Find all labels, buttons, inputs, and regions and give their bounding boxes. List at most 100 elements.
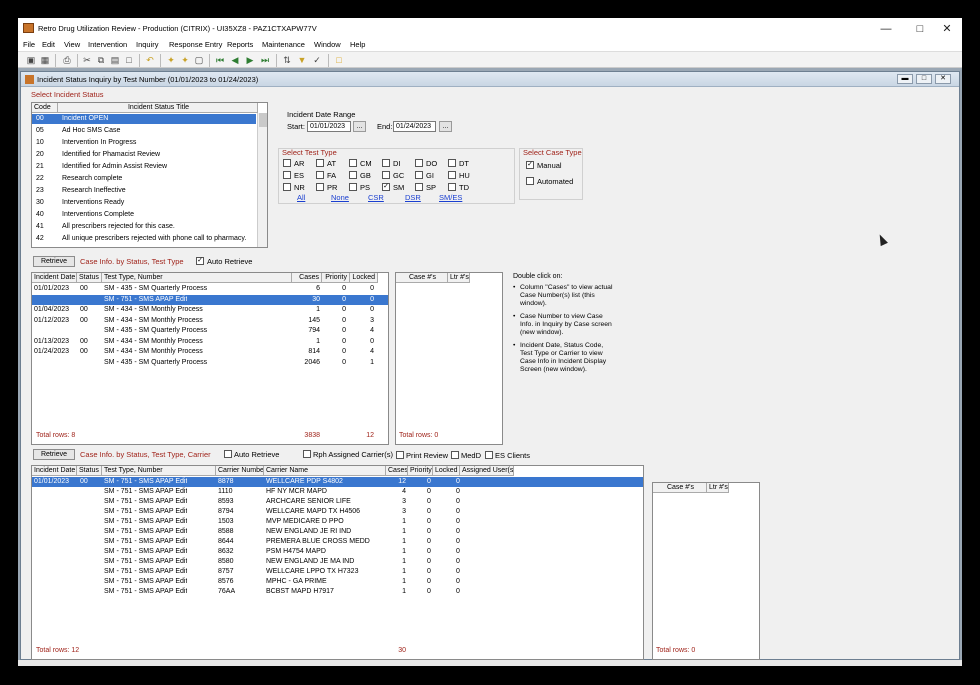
status-row[interactable]: 40 Interventions Complete (32, 210, 256, 220)
end-date-picker-button[interactable]: ... (439, 121, 452, 132)
cases-count[interactable]: 794 (294, 326, 320, 336)
table-row[interactable]: 01/01/2023 00 SM - 751 - SMS APAP Edit 8878… (32, 477, 643, 487)
next-icon[interactable]: ▶ (244, 54, 256, 66)
test-type-checkbox-hu[interactable] (448, 171, 456, 179)
test-type-checkbox-es[interactable] (283, 171, 291, 179)
menu-inquiry[interactable]: Inquiry (136, 40, 159, 49)
table-row[interactable]: SM - 751 - SMS APAP Edit 1503 MVP MEDICARE… (32, 517, 643, 527)
cases-count[interactable]: 1 (388, 587, 406, 597)
cases-header[interactable]: Cases (292, 273, 322, 283)
cut-icon[interactable]: ✂ (81, 54, 93, 66)
cases-count[interactable]: 30 (294, 295, 320, 305)
cases-count[interactable]: 145 (294, 316, 320, 326)
case-number-list-1[interactable]: Case #'s Ltr #'s Total rows: 0 (395, 272, 503, 445)
table-row[interactable]: SM - 751 - SMS APAP Edit 30 0 0 (32, 294, 388, 305)
test-type-checkbox-cm[interactable] (349, 159, 357, 167)
table-row[interactable]: 01/04/2023 00 SM - 434 - SM Monthly Proces… (32, 305, 388, 315)
status-header[interactable]: Status (77, 273, 102, 283)
close-button[interactable]: ✕ (932, 21, 962, 37)
undo-arrow-icon[interactable]: ↶ (144, 54, 156, 66)
auto-retrieve-checkbox-1[interactable]: ✓ (196, 257, 204, 265)
save-icon[interactable]: ▦ (39, 54, 51, 66)
carrier-grid[interactable]: Incident Date Status Test Type, Number C… (31, 465, 644, 660)
table-row[interactable]: 01/01/2023 00 SM - 435 - SM Quarterly Proc… (32, 284, 388, 294)
carrier-name-header[interactable]: Carrier Name (264, 466, 386, 476)
sort-icon[interactable]: ⇅ (281, 54, 293, 66)
test-type-checkbox-ar[interactable] (283, 159, 291, 167)
status-row[interactable]: 10 Intervention In Progress (32, 138, 256, 148)
table-row[interactable]: SM - 751 - SMS APAP Edit 8644 PREMERA BLUE… (32, 537, 643, 547)
status-row[interactable]: 30 Interventions Ready (32, 198, 256, 208)
status-list[interactable]: Code Incident Status Title 00 Incident OP… (31, 102, 268, 248)
print-icon[interactable]: ⎙ (61, 54, 73, 66)
last-icon[interactable]: ⏭ (259, 54, 271, 66)
title-header[interactable]: Incident Status Title (58, 103, 258, 113)
filter-icon[interactable]: ✦ (179, 54, 191, 66)
table-row[interactable]: SM - 751 - SMS APAP Edit 8576 MPHC - GA PR… (32, 577, 643, 587)
start-date-input[interactable]: 01/01/2023 (307, 121, 351, 132)
test-type-header[interactable]: Test Type, Number (102, 273, 292, 283)
test-type-checkbox-do[interactable] (415, 159, 423, 167)
retrieve-button-1[interactable]: Retrieve (33, 256, 75, 267)
table-row[interactable]: SM - 751 - SMS APAP Edit 8580 NEW ENGLAND … (32, 557, 643, 567)
assigned-users-header[interactable]: Assigned User(s) (460, 466, 514, 476)
cases-count[interactable]: 1 (388, 557, 406, 567)
incident-date-header-2[interactable]: Incident Date (32, 466, 77, 476)
incident-date-header[interactable]: Incident Date (32, 273, 77, 283)
menu-view[interactable]: View (64, 40, 80, 49)
cases-count[interactable]: 12 (388, 477, 406, 487)
menu-maintenance[interactable]: Maintenance (262, 40, 305, 49)
status-row[interactable]: 41 All prescribers rejected for this case… (32, 222, 256, 232)
status-scroll-thumb[interactable] (259, 113, 267, 127)
status-row[interactable]: 22 Research complete (32, 174, 256, 184)
carrier-number-header[interactable]: Carrier Number (216, 466, 264, 476)
cases-count[interactable]: 1 (388, 567, 406, 577)
test-type-checkbox-nr[interactable] (283, 183, 291, 191)
first-icon[interactable]: ⏮ (214, 54, 226, 66)
status-row[interactable]: 23 Research Ineffective (32, 186, 256, 196)
execute-icon[interactable]: ✓ (311, 54, 323, 66)
menu-edit[interactable]: Edit (42, 40, 55, 49)
cases-count[interactable]: 1 (388, 577, 406, 587)
locked-header-2[interactable]: Locked (433, 466, 460, 476)
table-row[interactable]: SM - 751 - SMS APAP Edit 8593 ARCHCARE SEN… (32, 497, 643, 507)
table-row[interactable]: SM - 751 - SMS APAP Edit 8632 PSM H4754 MA… (32, 547, 643, 557)
priority-header[interactable]: Priority (322, 273, 350, 283)
status-row[interactable]: 00 Incident OPEN (32, 114, 256, 124)
cases-count[interactable]: 814 (294, 347, 320, 357)
table-row[interactable]: 01/13/2023 00 SM - 434 - SM Monthly Proces… (32, 337, 388, 347)
table-row[interactable]: SM - 751 - SMS APAP Edit 1110 HF NY MCR MA… (32, 487, 643, 497)
status-row[interactable]: 21 Identified for Admin Assist Review (32, 162, 256, 172)
menu-file[interactable]: File (23, 40, 35, 49)
case-info-grid[interactable]: Incident Date Status Test Type, Number C… (31, 272, 389, 445)
print-review-checkbox[interactable] (396, 451, 404, 459)
test-type-checkbox-dt[interactable] (448, 159, 456, 167)
status-row[interactable]: 42 All unique prescribers rejected with p… (32, 234, 256, 244)
table-row[interactable]: SM - 751 - SMS APAP Edit 8588 NEW ENGLAND … (32, 527, 643, 537)
child-minimize-button[interactable]: ▬ (897, 74, 913, 84)
menu-window[interactable]: Window (314, 40, 341, 49)
menu-response-entry[interactable]: Response Entry (169, 40, 222, 49)
ltr-numbers-header-2[interactable]: Ltr #'s (707, 483, 729, 493)
test-type-dsr-link[interactable]: DSR (405, 193, 421, 202)
tools-icon[interactable]: ✦ (165, 54, 177, 66)
case-numbers-header-2[interactable]: Case #'s (653, 483, 707, 493)
cases-count[interactable]: 3 (388, 507, 406, 517)
auto-retrieve-checkbox-2[interactable] (224, 450, 232, 458)
test-type-checkbox-gb[interactable] (349, 171, 357, 179)
cases-count[interactable]: 1 (294, 305, 320, 315)
test-type-header-2[interactable]: Test Type, Number (102, 466, 216, 476)
test-type-checkbox-sm[interactable]: ✓ (382, 183, 390, 191)
table-row[interactable]: SM - 435 - SM Quarterly Process 2046 0 1 (32, 358, 388, 368)
cases-count[interactable]: 1 (388, 547, 406, 557)
test-type-checkbox-at[interactable] (316, 159, 324, 167)
end-date-input[interactable]: 01/24/2023 (393, 121, 436, 132)
test-type-smes-link[interactable]: SM/ES (439, 193, 462, 202)
rph-assigned-checkbox[interactable] (303, 450, 311, 458)
es-clients-checkbox[interactable] (485, 451, 493, 459)
table-row[interactable]: SM - 751 - SMS APAP Edit 8794 WELLCARE MAP… (32, 507, 643, 517)
menu-help[interactable]: Help (350, 40, 365, 49)
child-close-button[interactable]: ✕ (935, 74, 951, 84)
start-date-picker-button[interactable]: ... (353, 121, 366, 132)
open-icon[interactable]: ▣ (25, 54, 37, 66)
